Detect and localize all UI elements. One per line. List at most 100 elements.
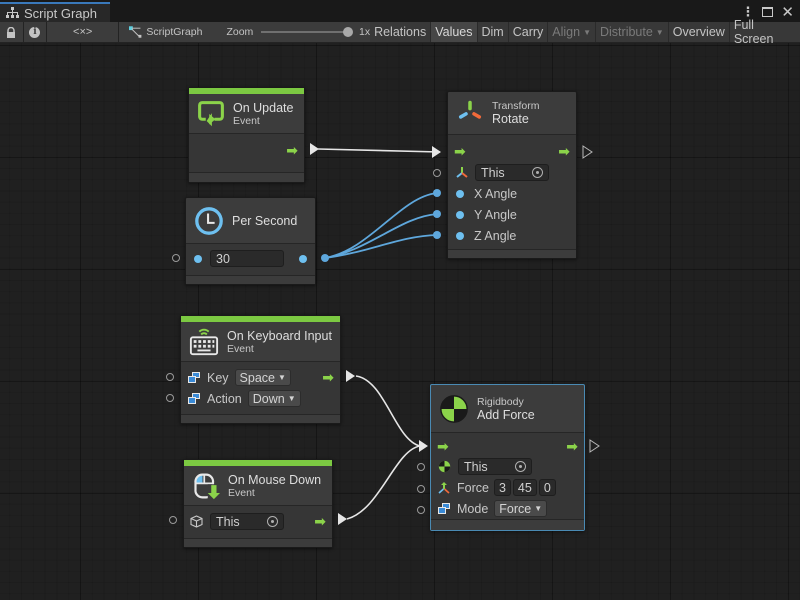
- node-title: Rotate: [492, 112, 529, 126]
- object-picker-icon[interactable]: [515, 461, 526, 472]
- carry-label: Carry: [512, 25, 544, 39]
- align-label: Align: [552, 25, 581, 39]
- zoom-slider[interactable]: [261, 27, 353, 37]
- info-icon: i: [29, 26, 41, 38]
- mode-label: Mode: [457, 501, 489, 516]
- action-value: Down: [252, 391, 285, 406]
- carry-button[interactable]: Carry: [508, 22, 549, 42]
- per-second-input[interactable]: 30: [210, 250, 284, 267]
- code-view-button[interactable]: <×>: [47, 22, 120, 42]
- port-label: Y Angle: [474, 207, 517, 222]
- unconnected-input-port[interactable]: [417, 485, 425, 493]
- unconnected-input-port[interactable]: [417, 506, 425, 514]
- node-title: Per Second: [232, 213, 298, 228]
- add-force-target-field[interactable]: This: [458, 458, 532, 475]
- force-x-value: 3: [498, 480, 506, 495]
- node-title: On Keyboard Input: [227, 328, 332, 343]
- dim-button[interactable]: Dim: [477, 22, 509, 42]
- tab-title: Script Graph: [24, 5, 97, 21]
- target-value: This: [464, 459, 488, 474]
- target-value: This: [481, 165, 505, 180]
- mode-dropdown[interactable]: Force ▼: [494, 500, 548, 517]
- mouse-down-icon: [194, 473, 220, 500]
- value-input-port[interactable]: [456, 189, 464, 198]
- enum-icon: [188, 393, 200, 404]
- key-dropdown[interactable]: Space ▼: [234, 369, 291, 386]
- force-y-field[interactable]: 45: [512, 479, 537, 496]
- info-button[interactable]: i: [24, 22, 48, 42]
- node-title: On Mouse Down: [228, 472, 322, 487]
- unconnected-input-port[interactable]: [166, 394, 174, 402]
- node-subtitle: Event: [233, 114, 260, 127]
- window-title-bar: Script Graph ⋮ ✕: [0, 0, 800, 22]
- action-label: Action: [207, 391, 242, 406]
- enum-icon: [438, 503, 450, 514]
- unconnected-input-port[interactable]: [166, 373, 174, 381]
- flow-in-arrow-icon[interactable]: ➡: [437, 438, 449, 455]
- force-label: Force: [457, 480, 489, 495]
- flow-out-arrow-icon[interactable]: ➡: [286, 142, 298, 159]
- graph-toolbar: i <×> ScriptGraph Zoom 1x Relations Valu…: [0, 18, 800, 46]
- cube-icon: [190, 515, 203, 528]
- maximize-icon[interactable]: [762, 7, 774, 17]
- tab-script-graph[interactable]: Script Graph: [0, 2, 110, 22]
- overview-button[interactable]: Overview: [668, 22, 730, 42]
- graph-name[interactable]: ScriptGraph: [146, 26, 202, 38]
- full-screen-button[interactable]: Full Screen: [729, 18, 800, 46]
- node-on-keyboard-input[interactable]: On Keyboard Input Event Key Space ▼ ➡ Act…: [166, 315, 341, 424]
- unconnected-input-port[interactable]: [169, 516, 177, 524]
- value-output-port[interactable]: [299, 254, 307, 263]
- hierarchy-icon: [6, 7, 19, 18]
- unconnected-input-port[interactable]: [433, 169, 441, 177]
- transform-icon: [456, 166, 468, 178]
- flow-in-arrow-icon[interactable]: ➡: [454, 143, 466, 160]
- distribute-dropdown[interactable]: Distribute ▼: [596, 22, 669, 42]
- key-value: Space: [239, 370, 275, 385]
- rotate-target-field[interactable]: This: [475, 164, 549, 181]
- relations-button[interactable]: Relations: [370, 22, 432, 42]
- align-dropdown[interactable]: Align ▼: [548, 22, 596, 42]
- node-transform-rotate[interactable]: Transform Rotate ➡ ➡ This X Angle Y Angl…: [433, 91, 577, 259]
- value-input-port[interactable]: [456, 210, 464, 219]
- flow-out-arrow-icon[interactable]: ➡: [314, 513, 326, 530]
- code-icon: <×>: [73, 26, 93, 38]
- mode-value: Force: [499, 501, 532, 516]
- graph-canvas[interactable]: [0, 43, 800, 600]
- node-per-second[interactable]: Per Second 30: [172, 197, 316, 285]
- unconnected-input-port[interactable]: [417, 463, 425, 471]
- node-rigidbody-add-force[interactable]: Rigidbody Add Force ➡ ➡ This Force 3 45 …: [417, 384, 585, 531]
- node-category: Transform: [492, 100, 540, 112]
- values-button[interactable]: Values: [431, 22, 478, 42]
- target-value: This: [216, 514, 240, 529]
- mouse-target-field[interactable]: This: [210, 513, 284, 530]
- object-picker-icon[interactable]: [532, 167, 543, 178]
- zoom-value: 1x: [358, 26, 371, 38]
- flow-out-arrow-icon[interactable]: ➡: [558, 143, 570, 160]
- force-z-value: 0: [543, 480, 551, 495]
- vector3-icon: [438, 481, 450, 494]
- value-input-port[interactable]: [194, 254, 202, 263]
- flow-out-arrow-icon[interactable]: ➡: [322, 369, 334, 386]
- zoom-slider-handle[interactable]: [342, 27, 353, 37]
- enum-icon: [188, 372, 200, 383]
- action-dropdown[interactable]: Down ▼: [247, 390, 301, 407]
- force-x-field[interactable]: 3: [493, 479, 511, 496]
- keyboard-icon: [189, 328, 219, 355]
- input-value: 30: [216, 251, 230, 266]
- graph-breadcrumb: ScriptGraph Zoom 1x: [119, 22, 370, 42]
- script-graph-icon: [129, 26, 142, 38]
- force-z-field[interactable]: 0: [538, 479, 556, 496]
- relations-label: Relations: [374, 25, 427, 39]
- object-picker-icon[interactable]: [267, 516, 278, 527]
- unconnected-input-port[interactable]: [172, 254, 180, 262]
- chevron-down-icon: ▼: [278, 373, 286, 382]
- value-input-port[interactable]: [456, 231, 464, 240]
- flow-out-arrow-icon[interactable]: ➡: [566, 438, 578, 455]
- dim-label: Dim: [481, 25, 504, 39]
- node-subtitle: Event: [227, 342, 254, 355]
- lock-button[interactable]: [0, 22, 24, 42]
- chevron-down-icon: ▼: [583, 27, 591, 37]
- node-on-mouse-down[interactable]: On Mouse Down Event This ➡: [169, 459, 333, 548]
- node-on-update[interactable]: On Update Event ➡: [188, 87, 305, 183]
- clock-icon: [195, 206, 223, 235]
